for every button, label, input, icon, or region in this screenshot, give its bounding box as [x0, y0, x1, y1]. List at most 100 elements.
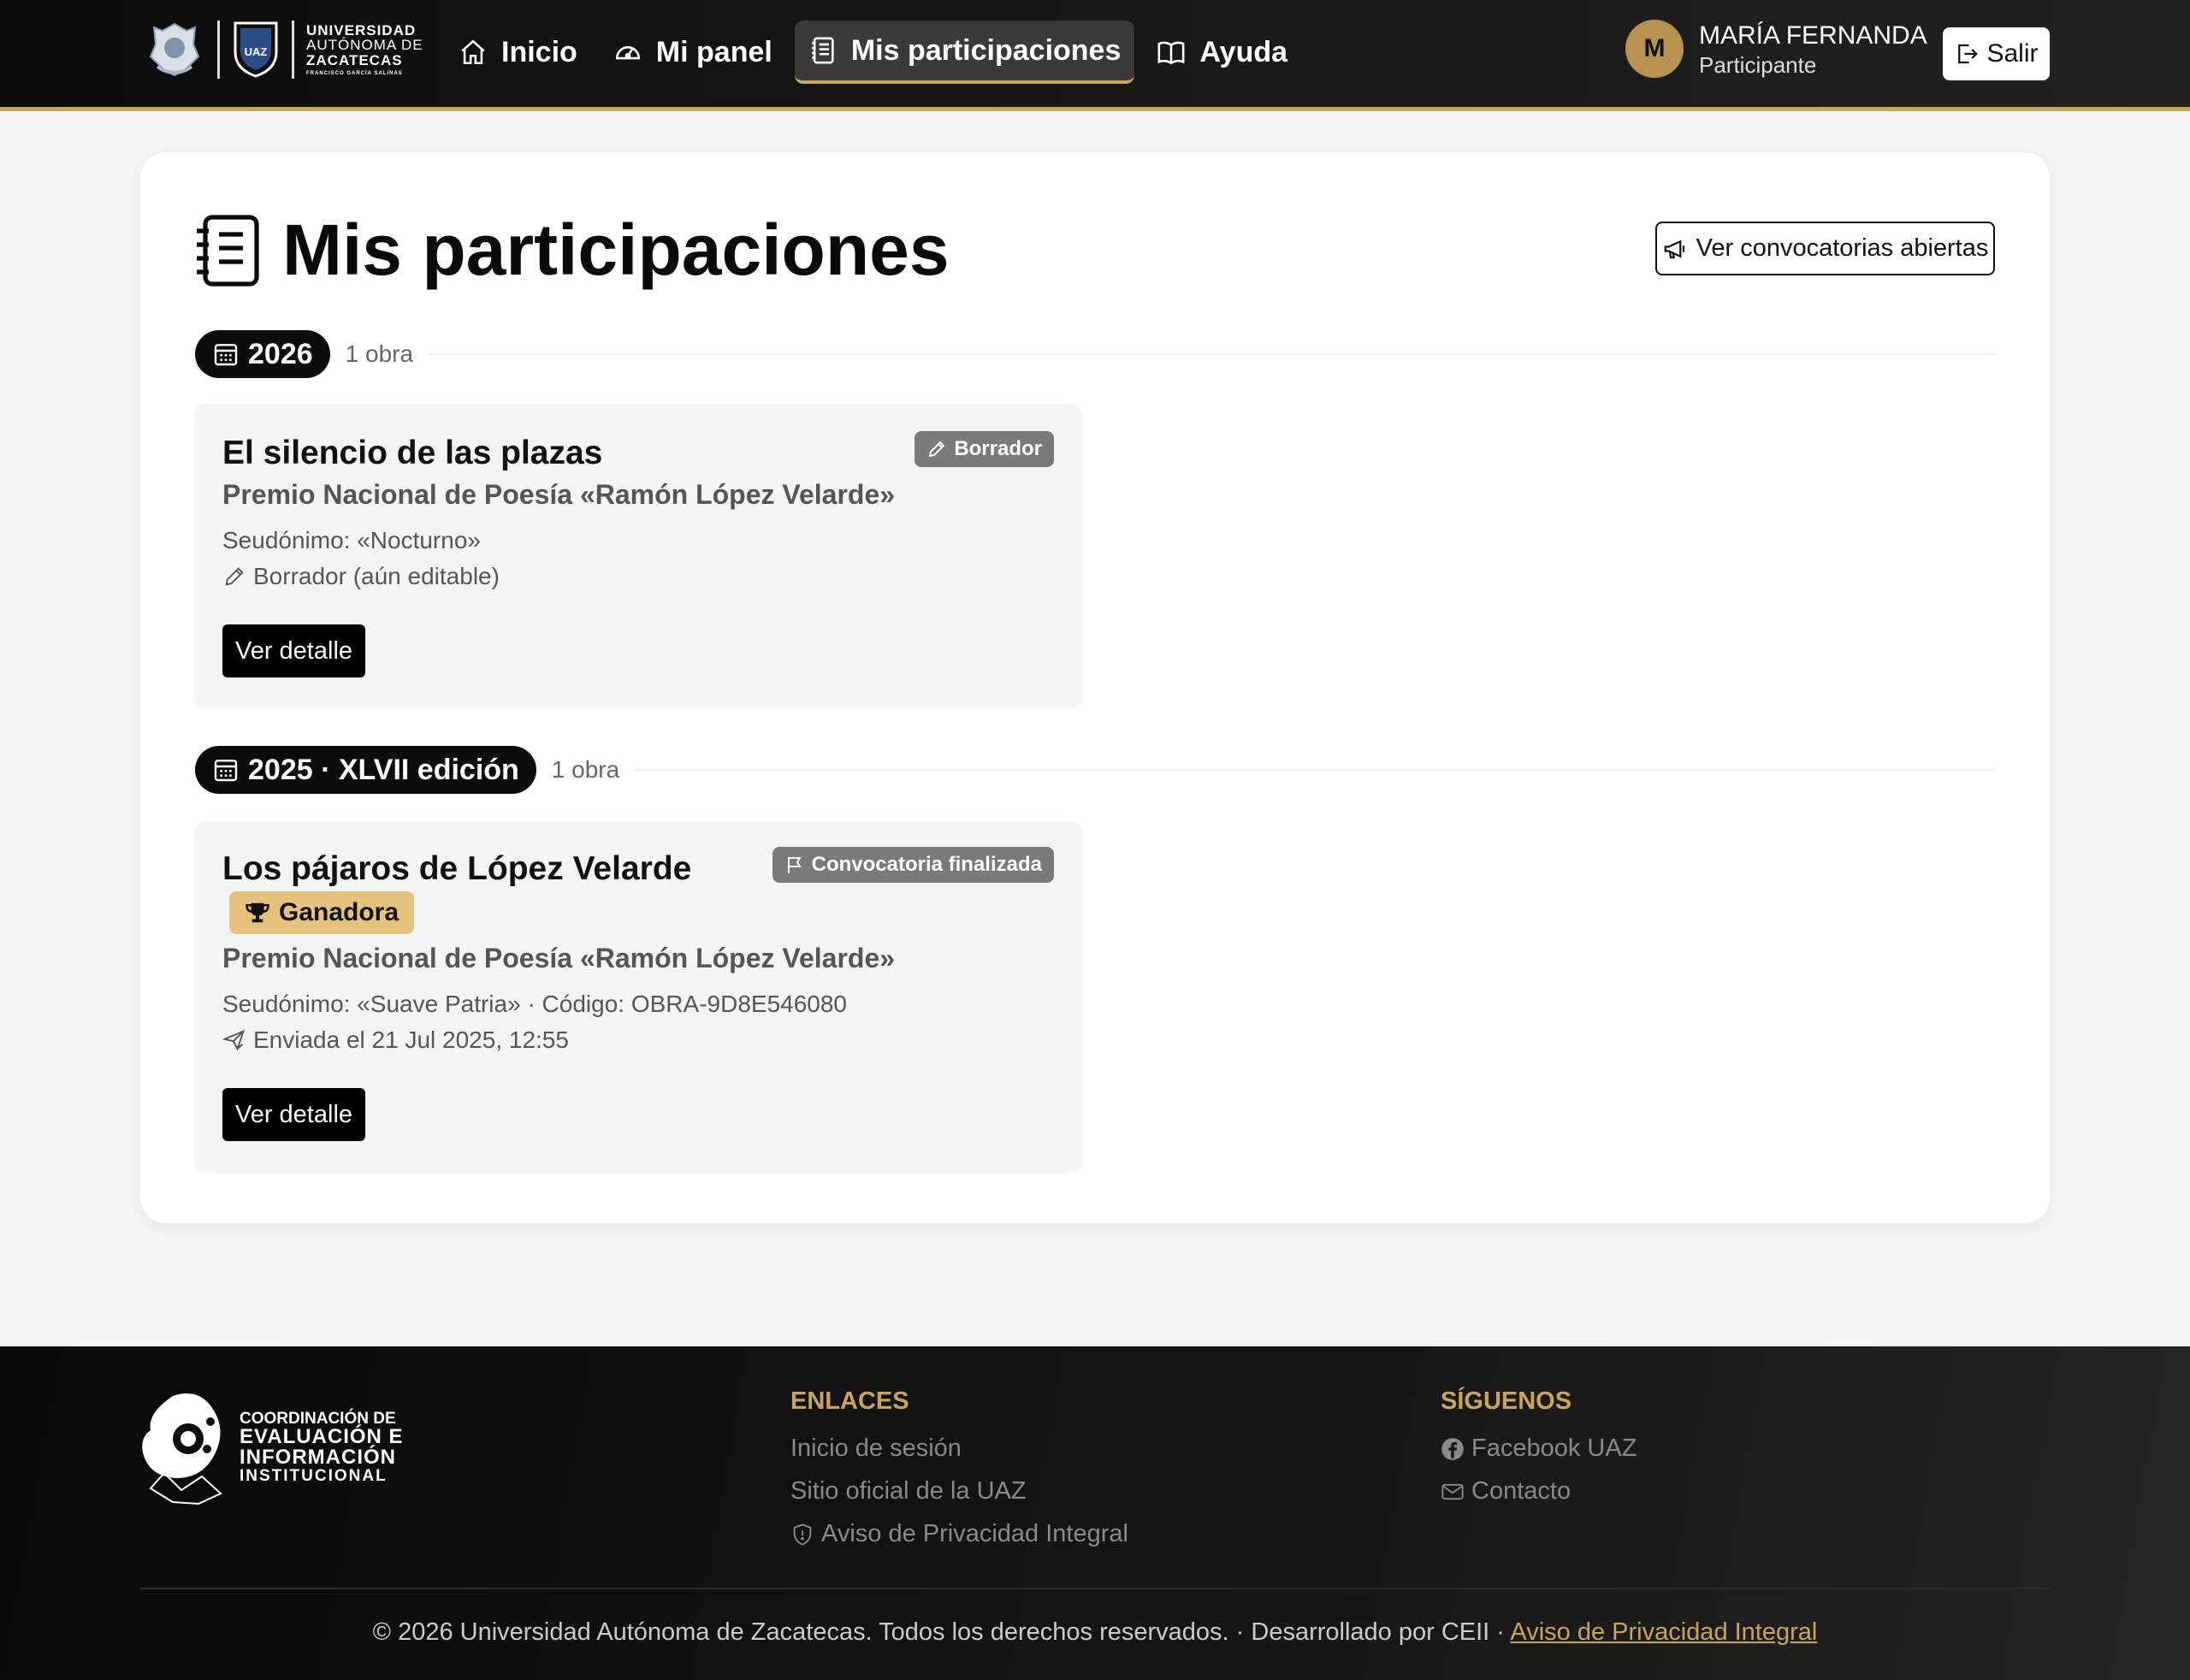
year-badge: 2025 · XLVII edición	[195, 746, 536, 794]
user-menu[interactable]: M MARÍA FERNANDA Participante	[1625, 19, 1927, 79]
follow-heading: SÍGUENOS	[1441, 1387, 1572, 1415]
avatar: M	[1625, 20, 1684, 78]
envelope-icon	[1441, 1483, 1464, 1500]
work-state-text: Borrador (aún editable)	[253, 563, 500, 589]
flag-icon	[787, 857, 802, 873]
nav-ayuda[interactable]: Ayuda	[1143, 21, 1301, 84]
university-line4: FRANCISCO GARCÍA SALINAS	[306, 71, 403, 77]
year-badge: 2026	[195, 330, 330, 378]
copyright-text: © 2026 Universidad Autónoma de Zacatecas…	[372, 1618, 1505, 1646]
footer-link-contact[interactable]: Contacto	[1441, 1477, 1571, 1505]
ceii-logo: COORDINACIÓN DE EVALUACIÓN E INFORMACIÓN…	[139, 1387, 404, 1507]
nav-inicio-label: Inicio	[501, 35, 577, 68]
divider	[429, 353, 1995, 355]
copyright: © 2026 Universidad Autónoma de Zacatecas…	[0, 1618, 2190, 1647]
nav-mi-panel[interactable]: Mi panel	[600, 21, 786, 84]
view-detail-button[interactable]: Ver detalle	[222, 1088, 365, 1141]
page-title: Mis participaciones	[195, 209, 950, 292]
university-name: UNIVERSIDAD AUTÓNOMA DE ZACATECAS FRANCI…	[306, 21, 423, 77]
user-role: Participante	[1699, 52, 1817, 78]
award-label: Ganadora	[279, 898, 400, 926]
nav-inicio[interactable]: Inicio	[445, 21, 591, 84]
ceii-name: COORDINACIÓN DE EVALUACIÓN E INFORMACIÓN…	[240, 1411, 404, 1484]
work-contest: Premio Nacional de Poesía «Ramón López V…	[222, 479, 896, 510]
logout-icon	[1958, 44, 1979, 64]
logout-label: Salir	[1986, 39, 2039, 68]
trophy-icon	[246, 902, 269, 923]
university-line3: ZACATECAS	[306, 52, 403, 69]
work-card: Los pájaros de López Velarde Convocatori…	[195, 821, 1081, 1170]
nav-mis-participaciones[interactable]: Mis participaciones	[794, 21, 1135, 84]
privacy-link[interactable]: Aviso de Privacidad Integral	[1510, 1618, 1817, 1646]
work-sent-date: Enviada el 21 Jul 2025, 12:55	[222, 1026, 569, 1054]
work-title: Los pájaros de López Velarde	[222, 850, 692, 887]
footer-link-contact-label: Contacto	[1471, 1477, 1571, 1505]
year-group-header-2025: 2025 · XLVII edición 1 obra	[195, 746, 1995, 794]
status-label: Borrador	[954, 437, 1042, 460]
megaphone-icon	[1664, 240, 1684, 258]
work-pseudonym: Seudónimo: «Nocturno»	[222, 527, 481, 554]
work-pseudonym: Seudónimo: «Suave Patria» · Código: OBRA…	[222, 991, 847, 1018]
work-title: El silencio de las plazas	[222, 435, 603, 471]
top-navbar: UAZ UNIVERSIDAD AUTÓNOMA DE ZACATECAS FR…	[0, 0, 2190, 111]
footer-divider	[140, 1588, 2050, 1589]
svg-text:UAZ: UAZ	[245, 45, 268, 58]
work-contest: Premio Nacional de Poesía «Ramón López V…	[222, 943, 896, 973]
footer-link-privacy-label: Aviso de Privacidad Integral	[821, 1520, 1128, 1547]
home-icon	[461, 39, 485, 65]
logo-divider	[292, 21, 294, 79]
view-detail-label: Ver detalle	[234, 1100, 353, 1128]
work-pseudonym-text: Seudónimo: «Suave Patria» · Código: OBRA…	[222, 991, 847, 1017]
calendar-icon	[214, 344, 238, 366]
participations-list-icon	[197, 214, 259, 287]
logout-button[interactable]: Salir	[1943, 27, 2050, 80]
status-label: Convocatoria finalizada	[811, 853, 1042, 876]
work-pseudonym-text: Seudónimo: «Nocturno»	[222, 527, 481, 553]
year-group-header-2026: 2026 1 obra	[195, 330, 1995, 378]
status-badge: Borrador	[914, 431, 1054, 467]
work-sent-date-text: Enviada el 21 Jul 2025, 12:55	[253, 1026, 569, 1053]
work-state: Borrador (aún editable)	[222, 563, 500, 590]
year-label: 2026	[248, 337, 313, 370]
book-icon	[1157, 41, 1185, 65]
calendar-icon	[214, 760, 238, 782]
uaz-shield-icon: UAZ	[234, 21, 278, 78]
footer-link-facebook-label: Facebook UAZ	[1471, 1435, 1637, 1462]
award-badge: Ganadora	[229, 891, 415, 934]
pencil-icon	[929, 441, 945, 458]
footer-link-facebook[interactable]: Facebook UAZ	[1441, 1435, 1637, 1463]
university-line2: AUTÓNOMA DE	[306, 37, 423, 54]
year-label: 2025 · XLVII edición	[248, 753, 519, 786]
nav-mis-participaciones-label: Mis participaciones	[850, 33, 1122, 67]
facebook-icon	[1441, 1437, 1464, 1460]
open-calls-label: Ver convocatorias abiertas	[1696, 234, 1989, 262]
links-heading: ENLACES	[790, 1387, 909, 1415]
footer-link-privacy[interactable]: Aviso de Privacidad Integral	[790, 1520, 1128, 1548]
status-badge: Convocatoria finalizada	[772, 847, 1054, 883]
university-logo[interactable]: UAZ UNIVERSIDAD AUTÓNOMA DE ZACATECAS FR…	[144, 19, 423, 80]
divider	[635, 769, 1995, 771]
university-line1: UNIVERSIDAD	[306, 21, 417, 38]
footer-link-login-label: Inicio de sesión	[790, 1435, 962, 1462]
crest-icon	[149, 22, 200, 77]
nav-mi-panel-label: Mi panel	[655, 35, 772, 68]
year-count: 1 obra	[345, 340, 414, 367]
pencil-icon	[225, 567, 244, 586]
ceii-line2: EVALUACIÓN E	[240, 1425, 404, 1448]
ceii-line4: INSTITUCIONAL	[240, 1467, 388, 1485]
main-nav: Inicio Mi panel Mis participaciones Ayud…	[445, 21, 1301, 84]
year-count: 1 obra	[551, 756, 620, 783]
ceii-emblem-icon	[142, 1393, 222, 1505]
list-icon	[812, 37, 834, 64]
view-detail-label: Ver detalle	[234, 636, 353, 665]
logo-divider	[217, 21, 220, 79]
footer-link-login[interactable]: Inicio de sesión	[790, 1435, 962, 1463]
gauge-icon	[615, 46, 640, 60]
ceii-line3: INFORMACIÓN	[240, 1446, 396, 1469]
open-calls-button[interactable]: Ver convocatorias abiertas	[1655, 222, 1995, 275]
view-detail-button[interactable]: Ver detalle	[222, 624, 365, 677]
footer-link-uaz-site[interactable]: Sitio oficial de la UAZ	[790, 1477, 1027, 1505]
work-card: El silencio de las plazas Borrador Premi…	[195, 404, 1081, 707]
user-name: MARÍA FERNANDA	[1699, 21, 1927, 50]
send-check-icon	[222, 1029, 246, 1051]
